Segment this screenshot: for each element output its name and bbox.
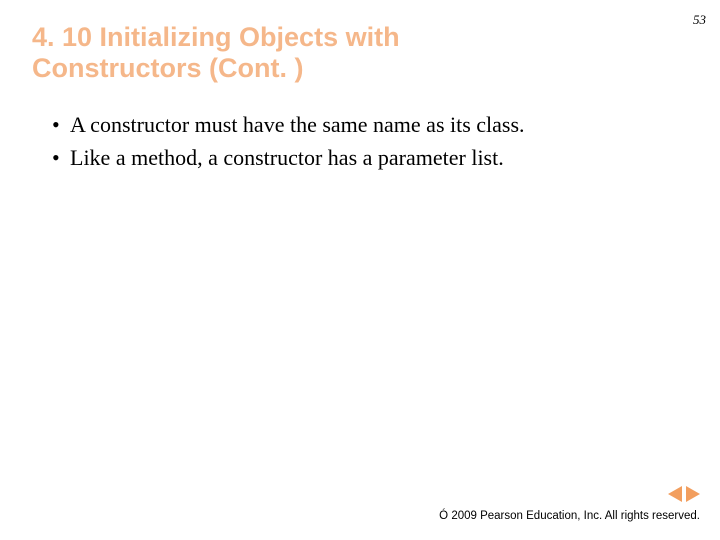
list-item: • Like a method, a constructor has a par… bbox=[52, 143, 680, 174]
nav-controls bbox=[668, 486, 700, 502]
bullet-list: • A constructor must have the same name … bbox=[52, 110, 680, 176]
bullet-text: Like a method, a constructor has a param… bbox=[70, 143, 504, 174]
slide-title: 4. 10 Initializing Objects with Construc… bbox=[32, 22, 462, 84]
copyright-text: 2009 Pearson Education, Inc. All rights … bbox=[448, 510, 700, 522]
bullet-marker: • bbox=[52, 110, 70, 141]
copyright: Ó 2009 Pearson Education, Inc. All right… bbox=[439, 510, 700, 522]
prev-slide-button[interactable] bbox=[668, 486, 682, 502]
bullet-text: A constructor must have the same name as… bbox=[70, 110, 525, 141]
next-slide-button[interactable] bbox=[686, 486, 700, 502]
copyright-symbol: Ó bbox=[439, 510, 448, 522]
page-number: 53 bbox=[693, 12, 706, 28]
bullet-marker: • bbox=[52, 143, 70, 174]
list-item: • A constructor must have the same name … bbox=[52, 110, 680, 141]
